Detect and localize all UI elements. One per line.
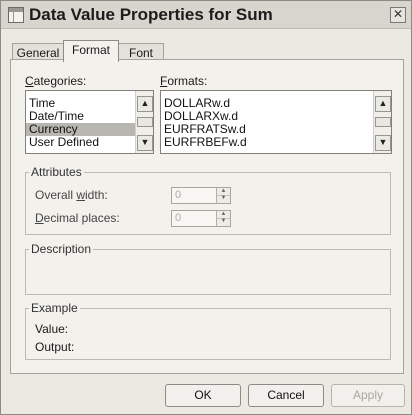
- description-group: Description: [25, 242, 391, 295]
- overall-width-label: Overall width:: [35, 188, 108, 202]
- decimal-places-label: Decimal places:: [35, 211, 120, 225]
- categories-listbox[interactable]: Time Date/Time Currency User Defined ▲ ▼: [25, 90, 154, 154]
- ok-button[interactable]: OK: [165, 384, 241, 407]
- format-item-eurfrbef[interactable]: EURFRBEFw.d: [161, 136, 374, 149]
- cancel-button-label: Cancel: [267, 388, 305, 402]
- category-item-user-defined[interactable]: User Defined: [26, 136, 137, 149]
- window-title: Data Value Properties for Sum: [29, 5, 273, 24]
- tab-format-label: Format: [71, 43, 110, 57]
- spin-down-icon[interactable]: ▼: [217, 218, 230, 225]
- formats-listbox[interactable]: DOLLARw.d DOLLARXw.d EURFRATSw.d EURFRBE…: [160, 90, 392, 154]
- overall-width-value: 0: [175, 189, 182, 201]
- categories-scrollbar[interactable]: ▲ ▼: [135, 91, 153, 153]
- spinner-buttons[interactable]: ▲ ▼: [216, 188, 230, 203]
- example-output-label: Output:: [35, 340, 75, 354]
- formats-label: Formats:: [160, 74, 208, 88]
- title-bar[interactable]: Data Value Properties for Sum ✕: [1, 1, 411, 29]
- overall-width-spinner[interactable]: 0 ▲ ▼: [171, 187, 231, 204]
- dialog-window: Data Value Properties for Sum ✕ General …: [0, 0, 412, 415]
- description-legend: Description: [31, 242, 92, 256]
- ok-button-label: OK: [194, 388, 212, 402]
- scroll-up-icon[interactable]: ▲: [137, 96, 153, 112]
- cancel-button[interactable]: Cancel: [248, 384, 324, 407]
- tab-general-label: General: [16, 46, 60, 60]
- example-legend: Example: [31, 301, 78, 315]
- spinner-buttons[interactable]: ▲ ▼: [216, 211, 230, 226]
- tab-format[interactable]: Format: [63, 40, 119, 62]
- attributes-legend: Attributes: [31, 165, 82, 179]
- format-tab-panel: Categories: Time Date/Time Currency User…: [10, 59, 404, 374]
- scroll-down-icon[interactable]: ▼: [137, 135, 153, 151]
- apply-button[interactable]: Apply: [331, 384, 405, 407]
- spin-down-icon[interactable]: ▼: [217, 195, 230, 202]
- example-group: Example: [25, 301, 391, 360]
- close-icon[interactable]: ✕: [390, 7, 406, 23]
- formats-scrollbar[interactable]: ▲ ▼: [373, 91, 391, 153]
- example-value-label: Value:: [35, 322, 69, 336]
- scroll-down-icon[interactable]: ▼: [375, 135, 391, 151]
- decimal-places-value: 0: [175, 212, 182, 224]
- scroll-up-icon[interactable]: ▲: [375, 96, 391, 112]
- tab-font-label: Font: [128, 46, 153, 60]
- categories-label: Categories:: [25, 74, 87, 88]
- decimal-places-spinner[interactable]: 0 ▲ ▼: [171, 210, 231, 227]
- scroll-thumb[interactable]: [375, 117, 391, 127]
- scroll-thumb[interactable]: [137, 117, 153, 127]
- table-icon: [8, 7, 24, 23]
- apply-button-label: Apply: [352, 388, 384, 402]
